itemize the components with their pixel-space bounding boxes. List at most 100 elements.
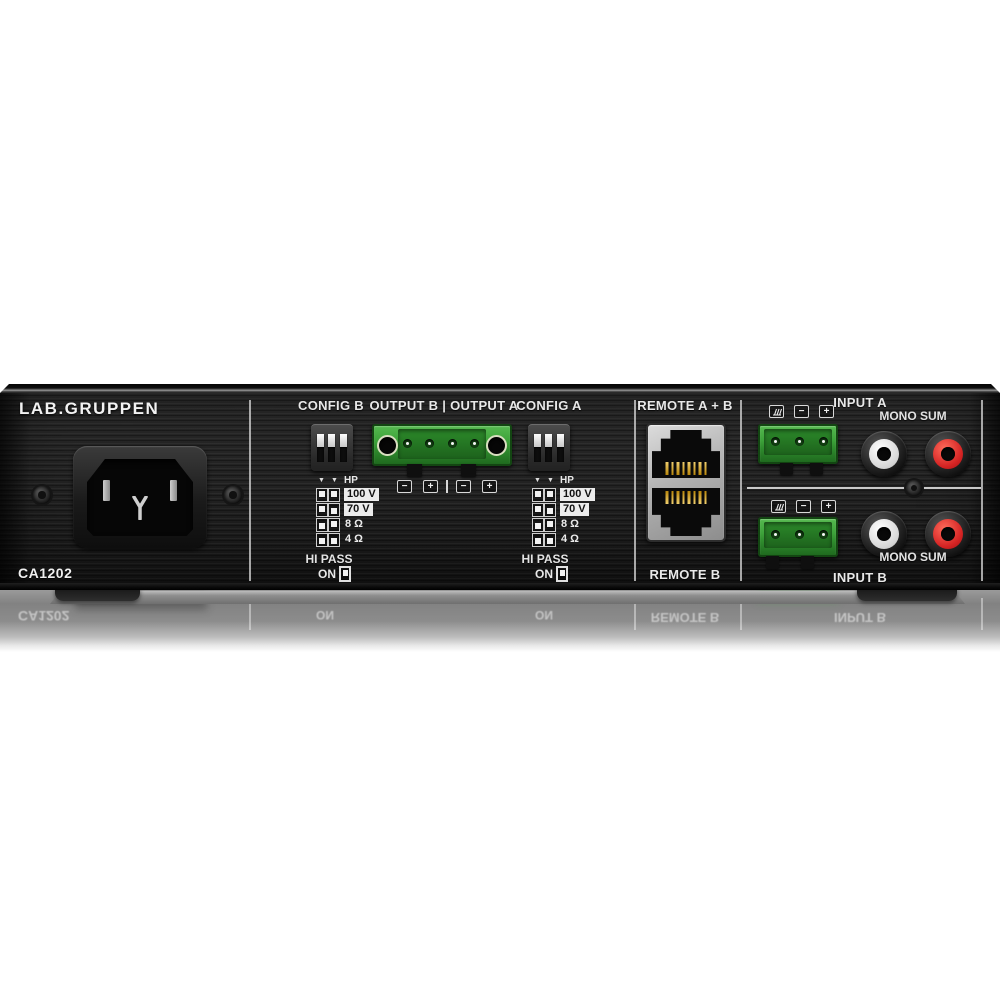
chassis-ground-icon [769,405,784,418]
terminal-pin [819,530,828,539]
dip-position-cell [532,518,544,532]
dip-slot [317,434,324,462]
dip-position-cell [316,518,328,532]
terminal-screw-hole [377,435,398,456]
mount-tab [766,556,779,569]
minus-icon: − [794,405,809,418]
mount-tab [810,463,823,475]
chassis-top-bevel [0,384,1000,393]
dip-slot [340,434,347,462]
tap-row: 8 Ω [532,517,595,532]
input-section-divider [747,487,981,489]
reflected-on-label: ON [316,608,334,622]
down-triangle-icon: ▼ [328,477,341,484]
config-a-legend-header: ▼ ▼ HP [531,475,574,486]
mount-tab [780,463,793,475]
dip-position-cell [544,533,556,547]
dip-position-cell [328,518,340,532]
rca-center-hole [877,447,891,461]
dip-slot [557,434,564,462]
reflected-input-b-label: INPUT B [800,610,920,625]
input-b-title: INPUT B [800,570,920,585]
iec-pin-neutral [170,480,177,501]
config-b-on-switch: ON [318,566,351,582]
tap-value-label: 8 Ω [345,518,363,531]
config-a-title: CONFIG A [499,398,599,413]
panel-screw [33,486,51,504]
remote-b-label: REMOTE B [625,567,745,582]
terminal-pin [771,437,780,446]
on-switch-box [556,566,568,582]
remote-title: REMOTE A + B [625,398,745,413]
hp-column-label: HP [560,475,574,486]
polarity-divider-bar [446,480,448,493]
input-a-rca-white [861,431,907,477]
config-a-on-switch: ON [535,566,568,582]
tap-row: 70 V [532,502,595,517]
tap-row: 70 V [316,502,379,517]
rca-center-hole [877,527,891,541]
dip-handle [340,434,347,447]
section-divider [740,400,742,581]
plus-icon: + [423,480,438,493]
config-a-hipass-label: HI PASS [505,552,585,566]
dip-position-cell [532,503,544,517]
tap-row: 100 V [532,487,595,502]
config-b-legend-header: ▼ ▼ HP [315,475,358,486]
reflected-on-label: ON [535,608,553,622]
terminal-pin [819,437,828,446]
down-triangle-icon: ▼ [544,477,557,484]
rca-center-hole [941,527,955,541]
tap-value-label: 8 Ω [561,518,579,531]
down-triangle-icon: ▼ [315,477,328,484]
tap-value-label: 4 Ω [561,533,579,546]
config-b-dip-switch [311,424,353,471]
tap-row: 4 Ω [532,532,595,547]
on-switch-box [339,566,351,582]
panel-screw [224,486,242,504]
dip-handle [317,434,324,447]
terminal-pin [425,439,434,448]
section-divider [634,400,636,581]
brand-logo: LAB.GRUPPEN [19,399,159,419]
dip-handle [557,434,564,447]
dip-slot [328,434,335,462]
dip-position-cell [532,533,544,547]
terminal-pin [795,437,804,446]
dip-slot [534,434,541,462]
iec-pin-live [103,480,110,501]
terminal-pin [403,439,412,448]
hp-column-label: HP [344,475,358,486]
dip-position-cell [532,488,544,502]
dip-position-cell [544,503,556,517]
tap-row: 8 Ω [316,517,379,532]
plus-icon: + [819,405,834,418]
product-photo-stage: CA1202 ON ON REMOTE B INPUT B LAB.GRUPPE… [0,0,1000,1000]
section-divider [981,400,983,581]
dip-position-cell [328,488,340,502]
panel-screw [906,480,922,496]
on-label: ON [318,567,336,581]
tap-value-label: 4 Ω [345,533,363,546]
input-b-terminal-symbols: − + [771,500,836,513]
minus-icon: − [456,480,471,493]
dip-position-cell [316,533,328,547]
dip-position-cell [328,533,340,547]
dip-handle [328,434,335,447]
input-a-rca-red [925,431,971,477]
chassis-ground-icon [771,500,786,513]
tap-value-label: 100 V [344,488,379,501]
dip-position-cell [544,488,556,502]
input-b-terminal-block [758,517,838,557]
config-b-hipass-label: HI PASS [289,552,369,566]
bottom-rail [50,591,965,604]
rj45-pins [666,462,707,475]
dip-handle [534,434,541,447]
dip-position-cell [316,503,328,517]
tap-value-label: 70 V [560,503,589,516]
terminal-screw-hole [486,435,507,456]
tap-value-label: 100 V [560,488,595,501]
down-triangle-icon: ▼ [531,477,544,484]
output-polarity-row: − + − + [397,480,497,493]
dip-handle [545,434,552,447]
